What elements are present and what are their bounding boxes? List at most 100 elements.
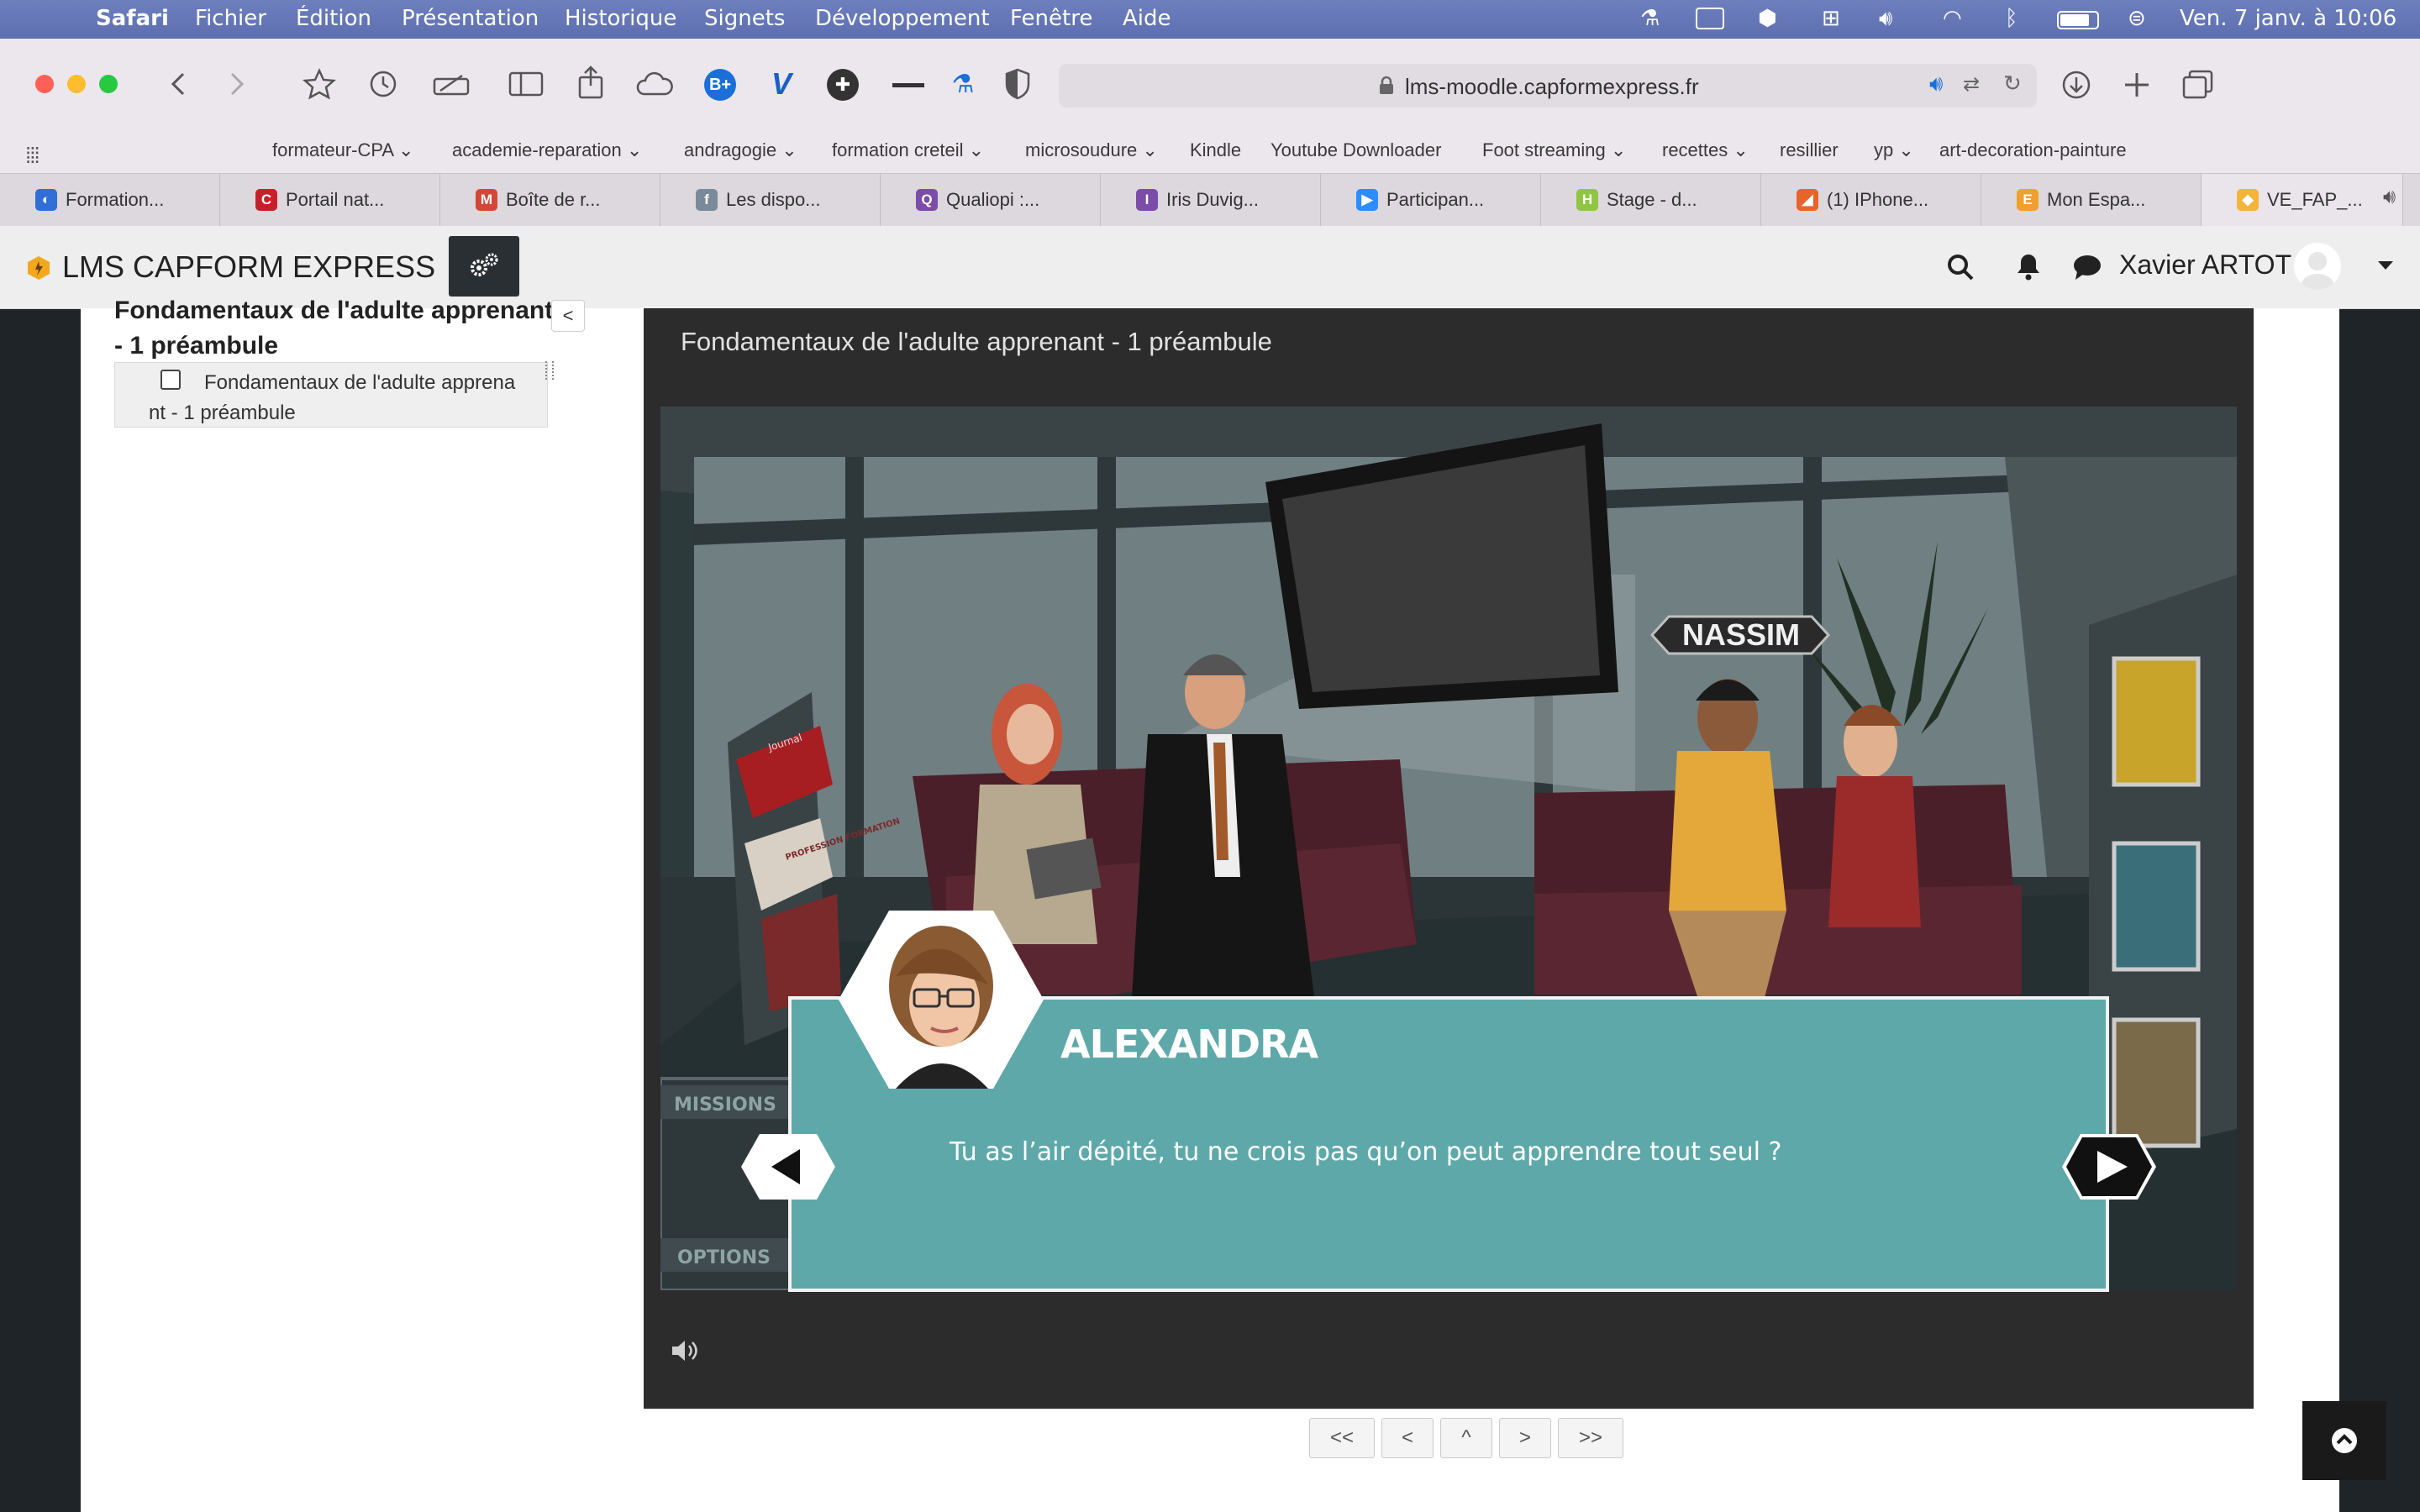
bplus-extension-icon[interactable]: B+ <box>704 69 736 101</box>
audio-playing-icon[interactable]: 🔊︎ <box>1929 71 1943 97</box>
volume-status-icon[interactable]: 🔊︎ <box>1879 6 1892 32</box>
bluetooth-status-icon[interactable]: ᛒ <box>2005 6 2018 31</box>
back-icon[interactable] <box>168 71 188 97</box>
scorm-last-button[interactable]: >> <box>1558 1418 1623 1458</box>
site-logo-icon[interactable] <box>25 255 52 281</box>
site-name[interactable]: LMS CAPFORM EXPRESS <box>62 249 435 285</box>
search-icon[interactable] <box>1946 253 1975 281</box>
keyboard-status-icon[interactable] <box>1696 8 1724 29</box>
speaker-name: ALEXANDRA <box>1060 1021 1318 1067</box>
bookmark-folder[interactable]: recettes ⌄ <box>1662 139 1749 161</box>
translate-icon[interactable]: ⇄ <box>1963 72 1980 97</box>
bookmark-link[interactable]: Kindle <box>1190 139 1241 161</box>
gears-icon <box>471 253 498 276</box>
window-layout-status-icon[interactable]: ⊞ <box>1822 6 1840 31</box>
browser-tab[interactable]: H Stage - d... <box>1541 174 1761 226</box>
avatar[interactable] <box>2294 243 2341 290</box>
menu-developpement[interactable]: Développement <box>815 6 990 31</box>
menu-presentation[interactable]: Présentation <box>402 6 539 31</box>
browser-tab-label: Participan... <box>1386 189 1485 210</box>
bookmark-folder[interactable]: Foot streaming ⌄ <box>1482 139 1626 161</box>
battery-status-icon[interactable] <box>2057 11 2099 29</box>
notifications-bell-icon[interactable] <box>2015 251 2042 281</box>
tab-audio-icon[interactable]: 🔊︎ <box>2383 186 2396 209</box>
menu-app-name[interactable]: Safari <box>96 6 169 31</box>
collapse-sidebar-button[interactable]: < <box>551 300 585 332</box>
chevron-down-icon: ⌄ <box>1610 139 1627 160</box>
browser-tab[interactable]: ◆ VE_FAP_... <box>2202 174 2403 226</box>
dialogue-next-button[interactable] <box>2060 1132 2158 1201</box>
zoom-window-button[interactable] <box>99 75 118 93</box>
menu-signets[interactable]: Signets <box>704 6 785 31</box>
menu-fichier[interactable]: Fichier <box>195 6 266 31</box>
url-text[interactable]: lms-moodle.capformexpress.fr <box>1405 74 1699 100</box>
wifi-status-icon[interactable]: ◠ <box>1943 6 1962 31</box>
history-clock-icon[interactable] <box>368 69 398 99</box>
browser-tab[interactable]: I Iris Duvig... <box>1101 174 1321 226</box>
dialogue-previous-button[interactable] <box>739 1132 837 1201</box>
flask-status-icon[interactable]: ⚗ <box>1640 6 1660 31</box>
downloads-icon[interactable] <box>2060 69 2092 101</box>
course-index-heading-line1: Fondamentaux de l'adulte apprenant <box>114 297 554 324</box>
messages-chat-icon[interactable] <box>2072 253 2102 281</box>
back-to-top-button[interactable] <box>2302 1401 2386 1480</box>
address-bar[interactable]: lms-moodle.capformexpress.fr 🔊︎ ⇄ ↻ <box>1059 64 2037 108</box>
new-tab-plus-icon[interactable] <box>2123 71 2151 99</box>
browser-tab[interactable]: f Les dispo... <box>660 174 881 226</box>
reload-icon[interactable]: ↻ <box>2003 71 2022 97</box>
resize-handle[interactable] <box>545 361 554 380</box>
icloud-icon[interactable] <box>635 71 674 97</box>
scorm-next-button[interactable]: > <box>1499 1418 1551 1458</box>
forward-icon[interactable] <box>227 71 247 97</box>
scorm-first-button[interactable]: << <box>1309 1418 1375 1458</box>
lock-icon <box>1380 76 1393 94</box>
v-extension-icon[interactable]: V <box>765 66 798 101</box>
bookmark-link[interactable]: art-decoration-painture <box>1939 139 2127 161</box>
user-menu-caret-icon[interactable] <box>2376 260 2395 271</box>
browser-tab[interactable]: Q Qualiopi :... <box>881 174 1101 226</box>
browser-tab[interactable]: E Mon Espa... <box>1981 174 2202 226</box>
bookmark-folder[interactable]: andragogie ⌄ <box>684 139 797 161</box>
bookmark-folder[interactable]: formation creteil ⌄ <box>832 139 984 161</box>
bookmark-folder[interactable]: formateur-CPA ⌄ <box>272 139 413 161</box>
menu-datetime[interactable]: Ven. 7 janv. à 10:06 <box>2180 6 2396 31</box>
minimize-window-button[interactable] <box>67 75 86 93</box>
close-window-button[interactable] <box>35 75 54 93</box>
menu-fenetre[interactable]: Fenêtre <box>1010 6 1092 31</box>
control-center-icon[interactable]: ⊜ <box>2128 6 2146 31</box>
scorm-toc-button[interactable]: ^ <box>1440 1418 1492 1458</box>
completion-checkbox[interactable] <box>160 370 181 390</box>
bookmark-folder[interactable]: academie-reparation ⌄ <box>452 139 642 161</box>
favorites-star-icon[interactable] <box>302 67 336 101</box>
browser-tab[interactable]: ◢ (1) IPhone... <box>1761 174 1981 226</box>
flask-extension-icon[interactable]: ⚗ <box>948 67 978 101</box>
tab-overview-icon[interactable] <box>2181 69 2215 101</box>
pen-note-icon[interactable] <box>432 71 472 97</box>
browser-tab[interactable]: M Boîte de r... <box>440 174 660 226</box>
bookmark-link[interactable]: resillier <box>1780 139 1839 161</box>
bookmark-folder[interactable]: yp ⌄ <box>1874 139 1914 161</box>
browser-tab[interactable]: ▶ Participan... <box>1321 174 1541 226</box>
privacy-shield-icon[interactable] <box>1003 67 1032 101</box>
browser-tab[interactable]: C Portail nat... <box>220 174 440 226</box>
bookmark-label: recettes <box>1662 139 1728 160</box>
scorm-previous-button[interactable]: < <box>1381 1418 1434 1458</box>
menu-aide[interactable]: Aide <box>1123 6 1171 31</box>
course-index-item-label-line2: nt - 1 préambule <box>149 402 296 424</box>
minus-extension-icon[interactable] <box>892 83 924 87</box>
bookmark-link[interactable]: Youtube Downloader <box>1270 139 1441 161</box>
course-index-item[interactable]: Fondamentaux de l'adulte apprena nt - 1 … <box>114 361 554 428</box>
bookmark-folder[interactable]: microsoudure ⌄ <box>1025 139 1158 161</box>
settings-button[interactable] <box>449 236 519 297</box>
sidebar-toggle-icon[interactable] <box>508 71 544 97</box>
menu-historique[interactable]: Historique <box>565 6 676 31</box>
share-icon[interactable] <box>576 66 605 99</box>
cube-status-icon[interactable]: ⬢ <box>1758 6 1777 31</box>
audio-speaker-icon[interactable] <box>669 1338 699 1363</box>
browser-tab[interactable]: ◐ Formation... <box>0 174 220 226</box>
apps-grid-icon[interactable]: ⁞⁞⁞ <box>25 143 40 169</box>
menu-edition[interactable]: Édition <box>296 6 371 31</box>
course-index-heading[interactable]: Fondamentaux de l'adulte apprenant - 1 p… <box>114 293 553 364</box>
gamepad-extension-icon[interactable]: ✚ <box>827 69 859 101</box>
user-name[interactable]: Xavier ARTOT <box>2119 249 2291 281</box>
